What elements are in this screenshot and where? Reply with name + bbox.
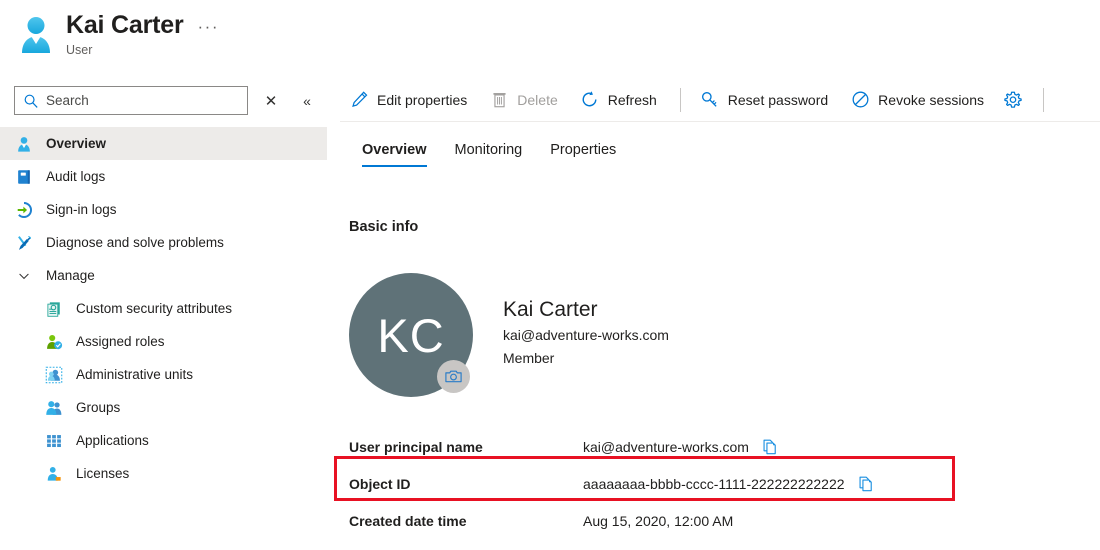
key-icon: [700, 90, 720, 110]
profile-user-type: Member: [503, 350, 555, 366]
toolbar-separator: [679, 87, 681, 112]
page-subtitle: User: [66, 43, 93, 57]
avatar-wrapper: KC: [349, 273, 473, 397]
sidebar-item-overview[interactable]: Overview: [0, 127, 327, 160]
sidebar-item-assigned-roles[interactable]: Assigned roles: [0, 325, 327, 358]
profile-email: kai@adventure-works.com: [503, 327, 669, 343]
section-title-basic-info: Basic info: [349, 219, 419, 235]
applications-grid-icon: [44, 431, 64, 451]
sidebar-group-label: Manage: [46, 268, 95, 283]
refresh-button[interactable]: Refresh: [571, 83, 666, 117]
sign-in-arrow-icon: [14, 200, 34, 220]
toolbar-button-label: Reset password: [727, 91, 829, 108]
sidebar-item-diagnose-and-solve-problems[interactable]: Diagnose and solve problems: [0, 226, 327, 259]
security-attributes-icon: [44, 299, 64, 319]
trash-icon: [489, 90, 509, 110]
basic-info-details: User principal name kai@adventure-works.…: [349, 428, 1100, 539]
sidebar-item-applications[interactable]: Applications: [0, 424, 327, 457]
tab-monitoring[interactable]: Monitoring: [441, 142, 537, 167]
sidebar-group-manage[interactable]: Manage: [0, 259, 327, 292]
no-entry-icon: [850, 90, 870, 110]
wrench-screwdriver-icon: [14, 233, 34, 253]
toolbar-separator-end: [1043, 87, 1044, 112]
sidebar-item-label: Licenses: [76, 466, 130, 481]
sidebar-item-licenses[interactable]: Licenses: [0, 457, 327, 490]
toolbar-button-label: Revoke sessions: [878, 91, 984, 108]
sidebar-item-label: Administrative units: [76, 367, 194, 382]
azure-user-overview-page: Kai Carter ··· User ✕ «: [0, 0, 1100, 550]
gear-icon: [1003, 90, 1023, 110]
search-input[interactable]: [46, 87, 226, 114]
more-options-button[interactable]: ···: [198, 18, 219, 35]
search-box[interactable]: [14, 86, 248, 115]
settings-button[interactable]: [997, 83, 1029, 117]
edit-properties-button[interactable]: Edit properties: [340, 83, 476, 117]
sidebar-item-label: Applications: [76, 433, 149, 448]
sidebar-item-custom-security-attributes[interactable]: Custom security attributes: [0, 292, 327, 325]
page-title: Kai Carter: [66, 11, 184, 39]
pencil-icon: [349, 90, 369, 110]
revoke-sessions-button[interactable]: Revoke sessions: [841, 83, 993, 117]
tab-label: Properties: [550, 142, 617, 158]
page-header: Kai Carter ··· User: [0, 0, 340, 70]
content-tabs: Overview Monitoring Properties: [348, 142, 630, 167]
toolbar-button-label: Refresh: [607, 91, 657, 108]
tab-overview[interactable]: Overview: [348, 142, 441, 167]
command-toolbar: Edit properties Delete Refresh Reset pas…: [340, 78, 1100, 122]
detail-value: Aug 15, 2020, 12:00 AM: [583, 512, 734, 529]
toolbar-button-label: Delete: [517, 91, 558, 108]
sidebar-item-label: Groups: [76, 400, 121, 415]
tab-properties[interactable]: Properties: [536, 142, 630, 167]
detail-value: kai@adventure-works.com: [583, 438, 749, 455]
copy-icon[interactable]: [856, 474, 876, 494]
sidebar-item-audit-logs[interactable]: Audit logs: [0, 160, 327, 193]
user-profile-block: KC Kai Carter kai@adventure-works.com Me…: [349, 273, 669, 397]
sidebar-search-row: ✕ «: [0, 86, 340, 115]
sidebar-item-label: Sign-in logs: [46, 202, 117, 217]
tab-label: Overview: [362, 142, 427, 158]
detail-row-object-id: Object ID aaaaaaaa-bbbb-cccc-1111-222222…: [349, 465, 1100, 502]
detail-label: User principal name: [349, 438, 483, 455]
detail-label: Object ID: [349, 475, 411, 492]
sidebar-item-label: Assigned roles: [76, 334, 165, 349]
detail-label: Created date time: [349, 512, 467, 529]
tab-label: Monitoring: [454, 142, 523, 158]
sidebar-navigation: Overview Audit logs Sign-in logs Diagnos…: [0, 127, 327, 550]
assigned-roles-icon: [44, 332, 64, 352]
toolbar-button-label: Edit properties: [377, 91, 468, 108]
chevron-down-icon: [14, 268, 34, 284]
refresh-icon: [580, 90, 600, 110]
main-content-pane: Edit properties Delete Refresh Reset pas…: [340, 0, 1100, 550]
profile-name: Kai Carter: [503, 298, 598, 321]
search-icon: [23, 93, 39, 109]
administrative-units-icon: [44, 365, 64, 385]
sidebar-item-label: Custom security attributes: [76, 301, 233, 316]
detail-row-user-principal-name: User principal name kai@adventure-works.…: [349, 428, 1100, 465]
profile-info: Kai Carter kai@adventure-works.com Membe…: [503, 273, 669, 370]
detail-row-created-date-time: Created date time Aug 15, 2020, 12:00 AM: [349, 502, 1100, 539]
user-icon: [14, 134, 34, 154]
groups-icon: [44, 398, 64, 418]
licenses-icon: [44, 464, 64, 484]
sidebar-item-label: Audit logs: [46, 169, 106, 184]
book-icon: [14, 167, 34, 187]
reset-password-button[interactable]: Reset password: [691, 83, 837, 117]
sidebar-item-groups[interactable]: Groups: [0, 391, 327, 424]
search-clear-button[interactable]: ✕: [258, 88, 284, 114]
detail-value: aaaaaaaa-bbbb-cccc-1111-222222222222: [583, 475, 845, 492]
sidebar-item-label: Overview: [46, 136, 107, 151]
sidebar-item-administrative-units[interactable]: Administrative units: [0, 358, 327, 391]
camera-icon[interactable]: [437, 360, 470, 393]
sidebar-item-label: Diagnose and solve problems: [46, 235, 224, 250]
sidebar-item-sign-in-logs[interactable]: Sign-in logs: [0, 193, 327, 226]
copy-icon[interactable]: [760, 437, 780, 457]
user-avatar-icon: [14, 12, 58, 56]
sidebar-collapse-button[interactable]: «: [294, 88, 320, 114]
delete-button[interactable]: Delete: [480, 83, 566, 117]
